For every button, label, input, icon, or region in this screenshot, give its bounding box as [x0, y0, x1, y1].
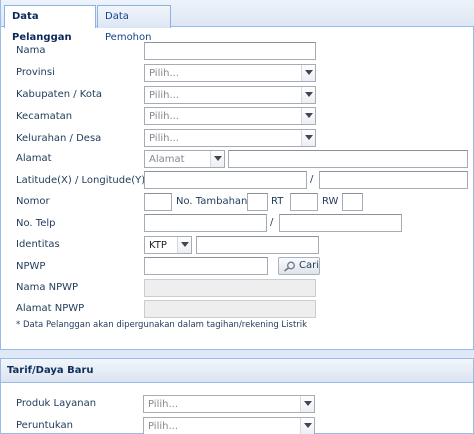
telp-separator: / — [270, 217, 274, 228]
produk-layanan-select[interactable]: Pilih... — [143, 395, 315, 413]
chevron-down-icon[interactable] — [210, 151, 224, 167]
nomor-label: Nomor — [16, 196, 50, 207]
identitas-type-value: KTP — [149, 240, 167, 251]
rt-label: RT — [271, 196, 284, 207]
produk-layanan-label: Produk Layanan — [16, 398, 97, 409]
alamat-type-select[interactable]: Alamat — [144, 150, 225, 168]
kabupaten-select[interactable]: Pilih... — [144, 86, 316, 104]
alamat-npwp-input — [144, 300, 316, 318]
chevron-down-icon[interactable] — [177, 237, 191, 253]
chevron-down-icon[interactable] — [301, 65, 315, 81]
tarif-daya-header: Tarif/Daya Baru — [1, 359, 473, 383]
alamat-input[interactable] — [228, 150, 468, 168]
chevron-down-icon[interactable] — [301, 108, 315, 124]
identitas-input[interactable] — [196, 236, 319, 254]
telp-label: No. Telp — [16, 218, 56, 229]
rw-label: RW — [322, 196, 339, 207]
rt-input[interactable] — [290, 193, 318, 211]
tarif-daya-title: Tarif/Daya Baru — [7, 365, 94, 376]
panel-separator — [0, 350, 474, 358]
kecamatan-label: Kecamatan — [16, 111, 73, 122]
provinsi-select[interactable]: Pilih... — [144, 64, 316, 82]
chevron-down-icon[interactable] — [300, 396, 314, 412]
kelurahan-select[interactable]: Pilih... — [144, 129, 316, 147]
latlong-separator: / — [310, 174, 314, 185]
nomor-input[interactable] — [144, 193, 172, 211]
chevron-down-icon[interactable] — [301, 130, 315, 146]
magnifier-icon — [283, 261, 296, 275]
tab-data-pelanggan[interactable]: Data Pelanggan — [4, 5, 96, 43]
peruntukan-select[interactable]: Pilih... — [143, 417, 315, 434]
produk-layanan-value: Pilih... — [148, 399, 179, 410]
kabupaten-value: Pilih... — [149, 90, 180, 101]
tab-data-pemohon[interactable]: Data Pemohon — [97, 5, 171, 43]
provinsi-label: Provinsi — [16, 67, 55, 78]
data-pelanggan-note: * Data Pelanggan akan dipergunakan dalam… — [16, 320, 308, 330]
chevron-down-icon[interactable] — [301, 87, 315, 103]
peruntukan-value: Pilih... — [148, 421, 179, 432]
no-tambahan-input[interactable] — [247, 193, 268, 211]
telp-input-1[interactable] — [144, 214, 267, 232]
rw-input[interactable] — [342, 193, 363, 211]
tab-strip: Data Pelanggan Data Pemohon — [1, 0, 474, 43]
kecamatan-select[interactable]: Pilih... — [144, 107, 316, 125]
alamat-type-value: Alamat — [149, 154, 185, 165]
longitude-input[interactable] — [319, 171, 468, 189]
identitas-type-select[interactable]: KTP — [144, 236, 192, 254]
kabupaten-label: Kabupaten / Kota — [16, 89, 103, 100]
tarif-daya-panel: Tarif/Daya Baru Produk Layanan Pilih... … — [0, 358, 474, 434]
cari-button[interactable]: Cari — [278, 257, 320, 275]
provinsi-value: Pilih... — [149, 68, 180, 79]
nama-input[interactable] — [144, 42, 316, 60]
alamat-npwp-label: Alamat NPWP — [16, 303, 85, 314]
npwp-label: NPWP — [16, 261, 46, 272]
identitas-label: Identitas — [16, 239, 60, 250]
npwp-input[interactable] — [144, 257, 268, 275]
cari-button-label: Cari — [299, 260, 319, 271]
peruntukan-label: Peruntukan — [16, 420, 73, 431]
data-pelanggan-panel: Data Pelanggan Data Pemohon Nama Provins… — [0, 0, 474, 350]
alamat-label: Alamat — [16, 153, 52, 164]
kecamatan-value: Pilih... — [149, 111, 180, 122]
kelurahan-value: Pilih... — [149, 133, 180, 144]
kelurahan-label: Kelurahan / Desa — [16, 133, 102, 144]
nama-npwp-label: Nama NPWP — [16, 282, 79, 293]
latlong-label: Latitude(X) / Longitude(Y) — [16, 175, 146, 186]
nama-npwp-input — [144, 279, 316, 297]
latitude-input[interactable] — [144, 171, 307, 189]
telp-input-2[interactable] — [279, 214, 402, 232]
chevron-down-icon[interactable] — [300, 418, 314, 434]
no-tambahan-label: No. Tambahan — [176, 196, 248, 207]
